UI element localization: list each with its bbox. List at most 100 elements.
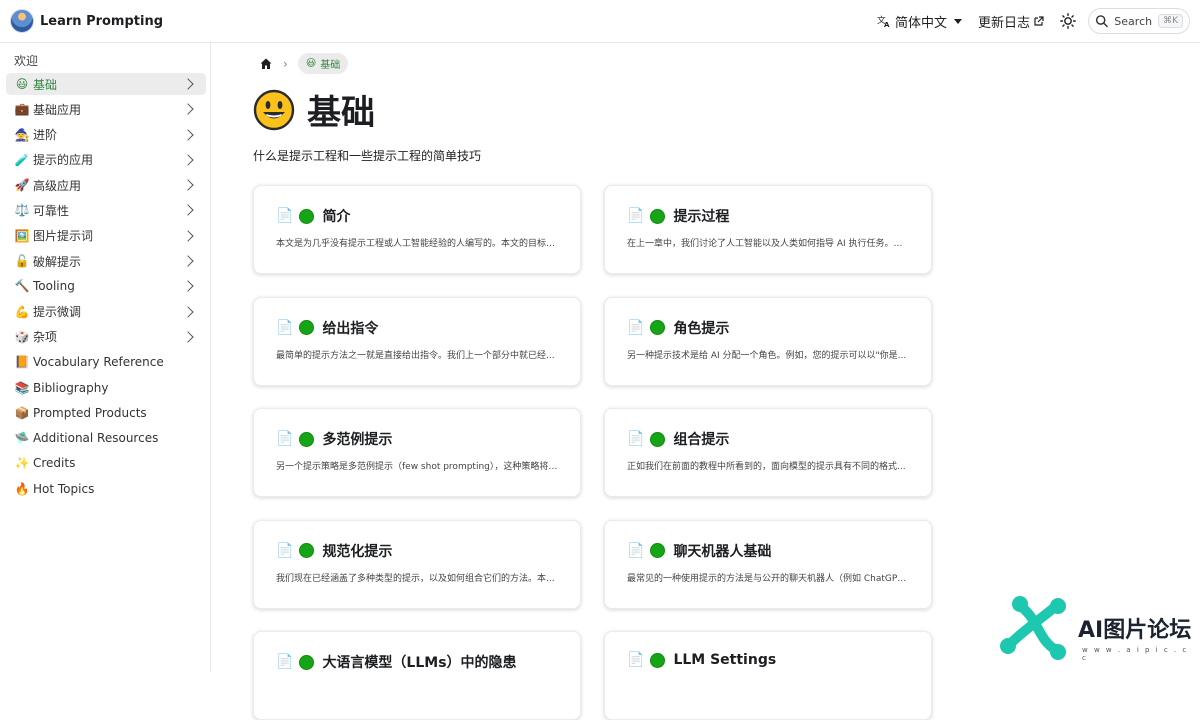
card-header: 📄 提示过程 (627, 206, 909, 226)
sidebar-item-10[interactable]: 🎲 杂项 (6, 326, 206, 348)
chevron-right-icon[interactable] (182, 179, 194, 191)
brand-title: Learn Prompting (40, 13, 164, 29)
sidebar-item-1[interactable]: 💼 基础应用 (6, 98, 206, 120)
chevron-right-icon[interactable] (182, 154, 194, 166)
document-icon: 📄 (276, 542, 294, 559)
chevron-right-icon[interactable] (182, 204, 194, 217)
breadcrumb-current: 😃 基础 (297, 53, 349, 74)
status-green-dot-icon (650, 320, 666, 335)
sidebar-item-16[interactable]: 🔥 Hot Topics (6, 478, 206, 500)
chevron-right-icon[interactable] (182, 78, 194, 90)
sidebar-item-14[interactable]: 🛸 Additional Resources (6, 427, 206, 449)
chevron-right-icon[interactable] (182, 331, 194, 343)
navbar-right: 文 A 简体中文 更新日志 Search ⌘K (877, 8, 1190, 34)
sidebar-item-label: 基础应用 (33, 102, 82, 117)
card-header: 📄 给出指令 (276, 318, 558, 338)
home-icon[interactable] (259, 57, 273, 71)
sidebar-item-icon: 💼 (14, 102, 30, 117)
sidebar-item-label: Hot Topics (33, 481, 95, 496)
sidebar-item-0[interactable]: 😃 基础 (6, 73, 206, 95)
document-icon: 📄 (276, 319, 294, 336)
sidebar-item-12[interactable]: 📚 Bibliography (6, 377, 206, 399)
card-title: 多范例提示 (322, 432, 393, 448)
card-header: 📄 LLM Settings (627, 652, 909, 668)
chevron-right-icon[interactable] (182, 230, 194, 242)
sidebar-item-icon: 🧪 (14, 152, 30, 167)
card-header: 📄 多范例提示 (276, 429, 558, 449)
sidebar-item-label: 可靠性 (33, 203, 70, 218)
main-content: › 😃 基础 基础 什么是提示工程和一些提示工程的简单技巧 📄 简介 本文是为几乎没… (211, 43, 1200, 720)
sidebar-item-2[interactable]: 🧙 进阶 (6, 124, 206, 146)
page-title: 基础 (253, 85, 375, 134)
page-description: 什么是提示工程和一些提示工程的简单技巧 (253, 149, 482, 163)
card-title: LLM Settings (673, 652, 777, 668)
chevron-right-icon[interactable] (182, 103, 194, 115)
sidebar-item-icon: 🧙 (14, 127, 30, 142)
chevron-right-icon[interactable] (182, 128, 194, 141)
search-label: Search (1114, 14, 1153, 28)
sidebar-item-7[interactable]: 🔓 破解提示 (6, 250, 206, 272)
sidebar-item-icon: 📙 (14, 355, 30, 370)
doc-card[interactable]: 📄 大语言模型（LLMs）中的隐患 (253, 631, 581, 720)
chevron-right-icon[interactable] (182, 306, 194, 318)
sidebar-item-8[interactable]: 🔨 Tooling (6, 275, 206, 297)
sidebar-item-4[interactable]: 🚀 高级应用 (6, 174, 206, 196)
status-green-dot-icon (299, 543, 315, 558)
translate-icon: 文 A (877, 14, 890, 28)
card-description: 正如我们在前面的教程中所看到的，面向模型的提示具有不同的格式... (627, 462, 906, 472)
document-icon: 📄 (276, 654, 294, 670)
card-title: 大语言模型（LLMs）中的隐患 (322, 655, 517, 671)
doc-card[interactable]: 📄 给出指令 最简单的提示方法之一就是直接给出指令。我们上一个部分中就已经... (253, 296, 581, 386)
top-navbar: Learn Prompting 文 A 简体中文 更新日志 Search ⌘K (0, 0, 1200, 43)
changelog-label: 更新日志 (977, 15, 1030, 31)
sidebar-item-13[interactable]: 📦 Prompted Products (6, 402, 206, 424)
breadcrumb-current-label: 基础 (320, 60, 341, 71)
sidebar: 欢迎 😃 基础 💼 基础应用 🧙 进阶 🧪 提示的应用 🚀 高级应用 ⚖️ 可靠性 🖼️ 图片提示词 🔓 破解… (0, 43, 211, 672)
doc-card[interactable]: 📄 聊天机器人基础 最常见的一种使用提示的方法是与公开的聊天机器人（例如 ChatG… (604, 519, 932, 609)
card-title: 简介 (322, 209, 351, 225)
theme-toggle-sun-icon[interactable] (1060, 13, 1076, 29)
watermark-url: w w w . a i p i c . c c (1082, 646, 1189, 662)
changelog-link[interactable]: 更新日志 (978, 12, 1044, 31)
sidebar-item-icon: ⚖️ (14, 203, 30, 218)
document-icon: 📄 (627, 319, 645, 336)
document-icon: 📄 (627, 431, 645, 447)
chevron-right-icon[interactable] (182, 255, 194, 267)
doc-card[interactable]: 📄 组合提示 正如我们在前面的教程中所看到的，面向模型的提示具有不同的格式... (604, 408, 932, 497)
search-button[interactable]: Search ⌘K (1088, 8, 1190, 34)
sidebar-item-9[interactable]: 💪 提示微调 (6, 301, 206, 323)
sidebar-item-label: Bibliography (33, 380, 109, 395)
sidebar-item-11[interactable]: 📙 Vocabulary Reference (6, 351, 206, 373)
smiley-icon (253, 89, 295, 130)
doc-card[interactable]: 📄 提示过程在上一章中，我们讨论了人工智能以及人类如何指导 AI 执行任务。指导.… (604, 185, 932, 274)
doc-card[interactable]: 📄 角色提示 另一种提示技术是给 AI 分配一个角色。例如，您的提示可以以"你是..… (604, 296, 932, 386)
brand-link[interactable]: Learn Prompting (10, 9, 163, 33)
sidebar-item-icon: 🔨 (14, 279, 30, 294)
breadcrumb-separator: › (283, 56, 288, 71)
sidebar-item-6[interactable]: 🖼️ 图片提示词 (6, 225, 206, 247)
language-label: 简体中文 (894, 15, 947, 31)
doc-card[interactable]: 📄 多范例提示 另一个提示策略是多范例提示（few shot prompting），… (253, 408, 581, 497)
language-dropdown[interactable]: 文 A 简体中文 (877, 12, 962, 31)
sidebar-item-5[interactable]: ⚖️ 可靠性 (6, 199, 206, 221)
logo-icon (10, 9, 34, 33)
card-description: 在上一章中，我们讨论了人工智能以及人类如何指导 AI 执行任务。指导... (627, 239, 909, 249)
breadcrumb: › 😃 基础 (259, 53, 349, 74)
sidebar-item-icon: 😃 (15, 77, 29, 91)
sidebar-item-15[interactable]: ✨ Credits (6, 452, 206, 474)
page-title-text: 基础 (307, 93, 375, 133)
doc-card[interactable]: 📄 规范化提示 我们现在已经涵盖了多种类型的提示，以及如何组合它们的方法。本... (253, 519, 581, 609)
sidebar-item-3[interactable]: 🧪 提示的应用 (6, 149, 206, 171)
sidebar-item-label: Vocabulary Reference (33, 355, 164, 370)
doc-card[interactable]: 📄 LLM Settings (604, 631, 932, 720)
chevron-right-icon[interactable] (182, 280, 194, 293)
status-green-dot-icon (650, 208, 666, 224)
sidebar-item-icon: 🛸 (14, 431, 30, 446)
sidebar-item-icon: 📚 (14, 380, 30, 395)
sidebar-heading-welcome[interactable]: 欢迎 (14, 52, 38, 69)
doc-card[interactable]: 📄 简介 本文是为几乎没有提示工程或人工智能经验的人编写的。本文的目标是... (253, 185, 581, 274)
sidebar-item-icon: 🖼️ (14, 228, 30, 243)
status-green-dot-icon (299, 320, 315, 335)
search-icon (1095, 15, 1108, 28)
card-description: 最常见的一种使用提示的方法是与公开的聊天机器人（例如 ChatGPT... (627, 573, 909, 584)
